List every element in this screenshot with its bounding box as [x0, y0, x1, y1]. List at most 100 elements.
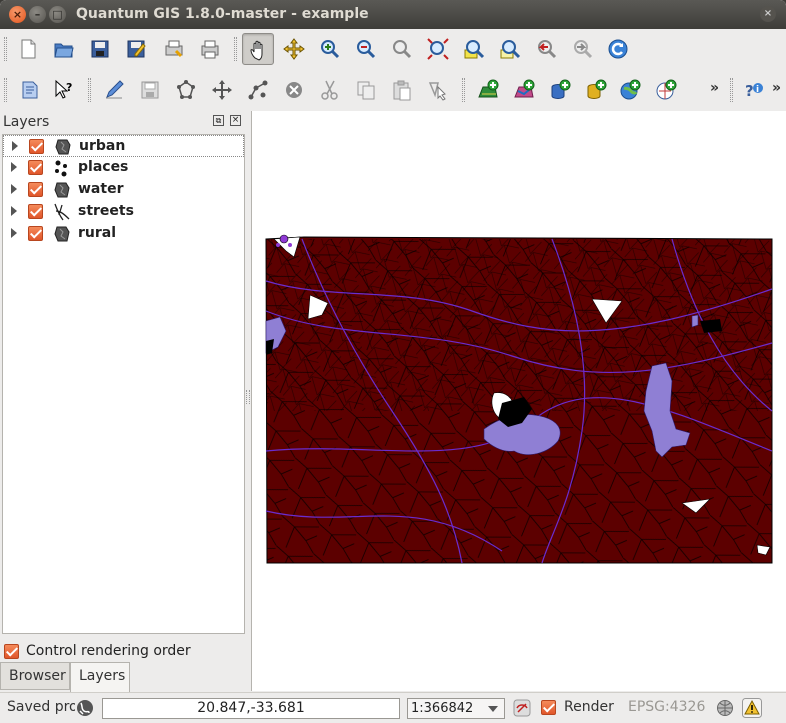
layer-visibility-checkbox[interactable] — [29, 139, 44, 154]
toolbar-overflow-button[interactable]: » — [710, 80, 719, 96]
toolbar-grip[interactable] — [234, 37, 237, 61]
panel-splitter[interactable] — [246, 390, 250, 404]
zoom-to-selection-button[interactable] — [494, 33, 526, 65]
identify-features-button[interactable] — [14, 74, 46, 106]
layer-name: water — [78, 181, 124, 197]
stop-rendering-icon[interactable] — [513, 699, 531, 717]
save-as-button[interactable] — [120, 33, 152, 65]
whats-this-button[interactable]: ? — [48, 74, 80, 106]
scale-combobox[interactable]: 1:366842 — [407, 698, 505, 719]
warning-icon[interactable] — [742, 698, 762, 718]
toolbar-grip[interactable] — [4, 78, 7, 102]
toolbar-grip[interactable] — [4, 37, 7, 61]
svg-text:?: ? — [66, 81, 72, 94]
zoom-to-layer-button[interactable] — [458, 33, 490, 65]
save-project-button[interactable] — [84, 33, 116, 65]
layer-row-rural[interactable]: rural — [3, 223, 244, 245]
layer-row-urban[interactable]: urban — [3, 135, 244, 157]
expand-arrow-icon[interactable] — [11, 184, 17, 194]
zoom-last-button[interactable] — [530, 33, 562, 65]
layer-visibility-checkbox[interactable] — [28, 182, 43, 197]
layer-row-streets[interactable]: streets — [3, 201, 244, 223]
pan-to-selection-icon — [283, 38, 305, 60]
toggle-extents-icon[interactable] — [76, 699, 94, 717]
delete-selected-button[interactable] — [278, 74, 310, 106]
add-vector-layer-button[interactable] — [508, 74, 540, 106]
toolbar-grip[interactable] — [462, 78, 465, 102]
add-wms-layer-button[interactable] — [614, 74, 646, 106]
select-features-icon — [428, 82, 446, 101]
tab-layers[interactable]: Layers — [70, 662, 130, 692]
expand-arrow-icon[interactable] — [12, 141, 18, 151]
control-rendering-order-checkbox[interactable] — [4, 644, 19, 659]
layer-row-places[interactable]: places — [3, 157, 244, 179]
add-spatialite-layer-button[interactable] — [580, 74, 612, 106]
render-label: Render — [564, 699, 614, 715]
tab-browser[interactable]: Browser — [0, 662, 70, 690]
window-maximize-button[interactable]: □ — [49, 6, 66, 23]
menubar-close-button[interactable]: × — [760, 6, 776, 22]
crs-globe-icon[interactable] — [716, 699, 734, 717]
chevron-down-icon[interactable] — [488, 706, 498, 712]
layers-panel-title: Layers — [3, 114, 50, 130]
expand-arrow-icon[interactable] — [11, 162, 17, 172]
toggle-editing-button[interactable] — [98, 74, 130, 106]
layer-visibility-checkbox[interactable] — [28, 226, 43, 241]
print-button[interactable] — [194, 33, 226, 65]
layer-row-water[interactable]: water — [3, 179, 244, 201]
pan-to-selection-button[interactable] — [278, 33, 310, 65]
layers-panel: Layers ⧉ × urban places water streets ru… — [0, 111, 246, 692]
point-icon — [55, 160, 67, 177]
toggle-editing-icon — [106, 80, 124, 99]
move-feature-button[interactable] — [206, 74, 238, 106]
open-project-icon — [54, 43, 74, 58]
map-canvas[interactable] — [251, 111, 786, 691]
move-feature-icon — [212, 80, 232, 100]
toolbar-grip[interactable] — [730, 78, 733, 102]
zoom-next-button[interactable] — [566, 33, 598, 65]
control-rendering-order[interactable]: Control rendering order — [0, 641, 246, 663]
zoom-out-button[interactable] — [350, 33, 382, 65]
new-project-button[interactable] — [12, 33, 44, 65]
refresh-button[interactable] — [602, 33, 634, 65]
add-feature-button[interactable] — [170, 74, 202, 106]
file-navigation-toolbar — [0, 29, 786, 69]
panel-close-button[interactable]: × — [230, 115, 241, 126]
layer-visibility-checkbox[interactable] — [28, 204, 43, 219]
polygon-icon — [55, 139, 71, 155]
save-edits-button[interactable] — [134, 74, 166, 106]
zoom-in-button[interactable] — [314, 33, 346, 65]
pan-button[interactable] — [242, 33, 274, 65]
crs-status[interactable]: EPSG:4326 — [628, 699, 705, 715]
zoom-full-icon — [427, 38, 449, 60]
delete-selected-icon — [286, 82, 302, 98]
expand-arrow-icon[interactable] — [11, 206, 17, 216]
panel-float-button[interactable]: ⧉ — [213, 115, 224, 126]
coordinate-display[interactable]: 20.847,-33.681 — [102, 698, 400, 719]
add-postgis-layer-icon — [551, 79, 571, 100]
expand-arrow-icon[interactable] — [11, 228, 17, 238]
add-postgis-layer-button[interactable] — [544, 74, 576, 106]
title-bar: × – □ Quantum GIS 1.8.0-master - example… — [0, 0, 786, 29]
paste-features-button[interactable] — [386, 74, 418, 106]
node-tool-button[interactable] — [242, 74, 274, 106]
open-project-button[interactable] — [48, 33, 80, 65]
add-raster-layer-button[interactable] — [472, 74, 504, 106]
select-features-button[interactable] — [422, 74, 454, 106]
window-minimize-button[interactable]: – — [29, 6, 46, 23]
place-point — [279, 234, 289, 244]
zoom-out-icon — [357, 40, 376, 59]
zoom-actual-size-button[interactable] — [386, 33, 418, 65]
toolbar-overflow-button-right[interactable]: » — [772, 80, 781, 96]
window-close-button[interactable]: × — [9, 6, 26, 23]
help-identify-button[interactable]: ? i — [738, 74, 770, 106]
zoom-full-button[interactable] — [422, 33, 454, 65]
render-checkbox[interactable] — [541, 700, 556, 715]
cut-features-button[interactable] — [314, 74, 346, 106]
print-composer-button[interactable] — [158, 33, 190, 65]
toolbar-grip[interactable] — [88, 78, 91, 102]
add-wms-layer-icon — [620, 79, 641, 100]
add-wfs-layer-button[interactable] — [650, 74, 682, 106]
copy-features-button[interactable] — [350, 74, 382, 106]
layer-visibility-checkbox[interactable] — [28, 160, 43, 175]
